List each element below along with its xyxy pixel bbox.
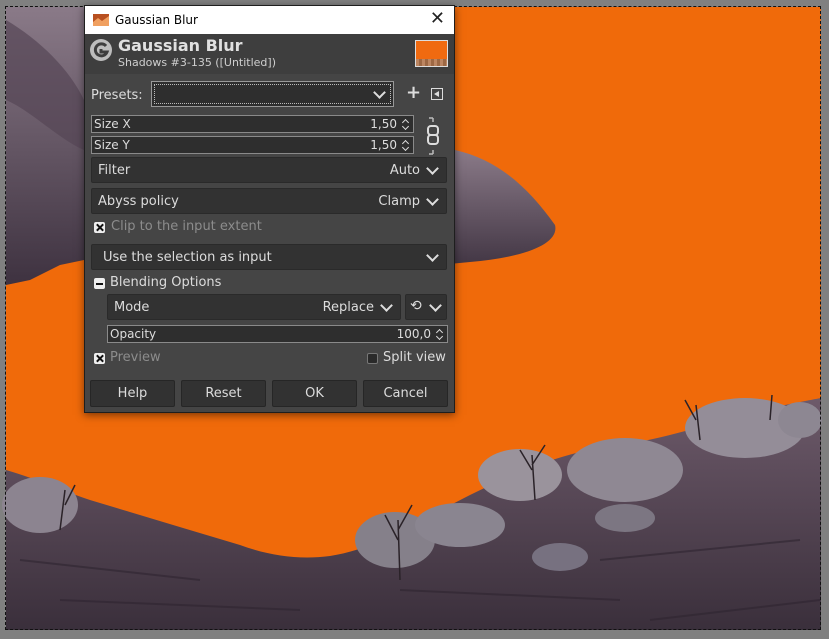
filter-value: Auto bbox=[389, 163, 420, 178]
blending-label: Blending Options bbox=[110, 275, 222, 290]
opacity-spinner[interactable]: Opacity 100,0 bbox=[107, 325, 448, 343]
composite-mode-combo[interactable]: ⟲ bbox=[405, 294, 447, 320]
window-title: Gaussian Blur bbox=[115, 13, 198, 27]
help-button[interactable]: Help bbox=[90, 380, 175, 407]
chevron-down-icon bbox=[426, 162, 439, 175]
spin-arrows-icon[interactable] bbox=[401, 117, 411, 131]
cancel-button[interactable]: Cancel bbox=[363, 380, 448, 407]
size-x-label: Size X bbox=[94, 117, 131, 131]
composite-icon: ⟲ bbox=[410, 298, 422, 314]
chevron-down-icon bbox=[426, 193, 439, 206]
selection-input-combo[interactable]: Use the selection as input bbox=[91, 244, 447, 270]
mode-label: Mode bbox=[114, 300, 150, 315]
chevron-down-icon bbox=[380, 299, 393, 312]
dialog-header: Gaussian Blur Shadows #3-135 ([Untitled]… bbox=[85, 34, 454, 74]
presets-menu-icon[interactable] bbox=[431, 88, 443, 100]
opacity-value: 100,0 bbox=[396, 327, 431, 341]
window-titlebar[interactable]: Gaussian Blur ✕ bbox=[85, 6, 454, 34]
ok-button[interactable]: OK bbox=[272, 380, 357, 407]
selection-input-label: Use the selection as input bbox=[103, 250, 272, 265]
abyss-label: Abyss policy bbox=[98, 194, 179, 209]
chain-link-icon[interactable] bbox=[426, 116, 440, 156]
abyss-policy-combo[interactable]: Abyss policy Clamp bbox=[91, 188, 447, 214]
blending-expander[interactable] bbox=[94, 278, 105, 289]
size-x-value: 1,50 bbox=[370, 117, 397, 131]
header-title: Gaussian Blur bbox=[118, 36, 243, 55]
spin-arrows-icon[interactable] bbox=[401, 138, 411, 152]
chevron-down-icon bbox=[429, 299, 442, 312]
mode-combo[interactable]: Mode Replace bbox=[107, 294, 401, 320]
layer-thumbnail bbox=[415, 40, 448, 67]
boulder bbox=[2, 477, 78, 533]
size-x-spinner[interactable]: Size X 1,50 bbox=[91, 115, 414, 133]
chevron-down-icon bbox=[426, 249, 439, 262]
clip-checkbox[interactable] bbox=[94, 222, 105, 233]
spin-arrows-icon[interactable] bbox=[435, 327, 445, 341]
split-view-checkbox[interactable] bbox=[367, 353, 378, 364]
presets-combo[interactable] bbox=[151, 81, 394, 107]
reset-button[interactable]: Reset bbox=[181, 380, 266, 407]
app-icon bbox=[93, 14, 109, 26]
clip-label: Clip to the input extent bbox=[111, 219, 262, 234]
size-y-label: Size Y bbox=[94, 138, 130, 152]
abyss-value: Clamp bbox=[378, 194, 420, 209]
close-icon[interactable]: ✕ bbox=[430, 10, 445, 28]
gaussian-blur-dialog: Gaussian Blur ✕ Gaussian Blur Shadows #3… bbox=[84, 5, 455, 413]
opacity-label: Opacity bbox=[110, 327, 157, 341]
mode-value: Replace bbox=[322, 300, 374, 315]
split-view-label: Split view bbox=[383, 350, 446, 365]
gegl-icon bbox=[90, 39, 112, 61]
filter-label: Filter bbox=[98, 163, 131, 178]
preview-label: Preview bbox=[110, 350, 161, 365]
filter-combo[interactable]: Filter Auto bbox=[91, 157, 447, 183]
header-subtitle: Shadows #3-135 ([Untitled]) bbox=[118, 56, 276, 69]
presets-label: Presets: bbox=[91, 88, 143, 103]
size-y-spinner[interactable]: Size Y 1,50 bbox=[91, 136, 414, 154]
size-y-value: 1,50 bbox=[370, 138, 397, 152]
preview-checkbox[interactable] bbox=[94, 353, 105, 364]
add-preset-icon[interactable]: + bbox=[406, 84, 421, 102]
